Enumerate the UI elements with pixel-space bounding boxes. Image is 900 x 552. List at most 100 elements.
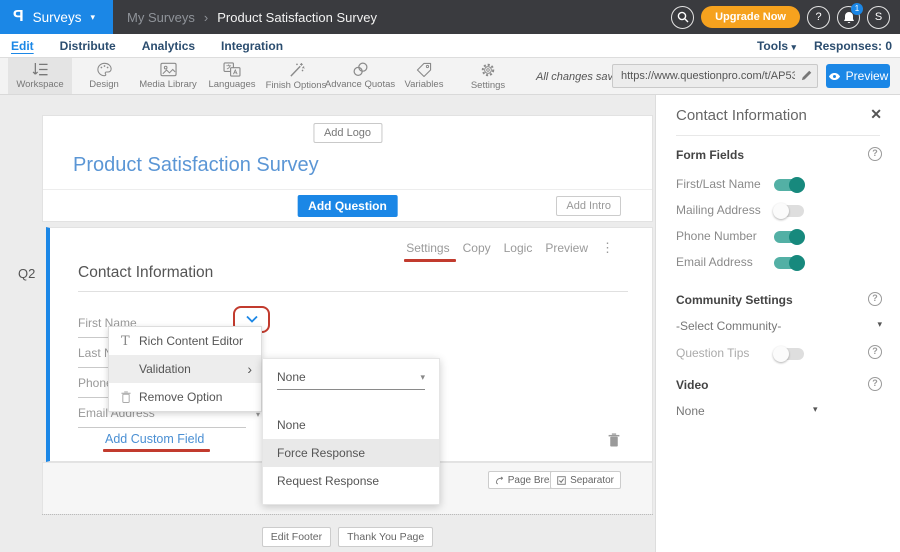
tab-analytics[interactable]: Analytics bbox=[142, 39, 195, 53]
validation-option-force-response[interactable]: Force Response bbox=[263, 439, 439, 467]
page-break-icon bbox=[495, 476, 504, 485]
video-dropdown[interactable]: None bbox=[676, 404, 705, 418]
toggle-knob bbox=[773, 203, 789, 219]
product-switcher[interactable]: P Surveys ▾ bbox=[0, 0, 113, 34]
tools-menu[interactable]: Tools ▾ bbox=[757, 39, 796, 53]
community-settings-help-icon[interactable]: ? bbox=[868, 292, 882, 306]
search-icon bbox=[677, 11, 689, 23]
toggle-mailing-address[interactable] bbox=[774, 205, 804, 217]
toolbar-advance-quotas[interactable]: Advance Quotas bbox=[328, 58, 392, 94]
toolbar-variables[interactable]: Variables bbox=[392, 58, 456, 94]
menu-item-rich-content-editor[interactable]: T Rich Content Editor bbox=[109, 327, 261, 355]
menu-item-remove-option[interactable]: Remove Option bbox=[109, 383, 261, 411]
video-help-icon[interactable]: ? bbox=[868, 377, 882, 391]
tab-edit[interactable]: Edit bbox=[11, 39, 34, 53]
video-heading: Video bbox=[676, 378, 708, 392]
footer-dotted-divider bbox=[42, 514, 653, 515]
question-divider bbox=[78, 291, 628, 292]
survey-nav-tabs: Edit Distribute Analytics Integration bbox=[0, 39, 283, 53]
add-custom-field-red-underline-annotation bbox=[103, 449, 210, 453]
menu-item-label: Validation bbox=[139, 362, 191, 376]
validation-options: None Force Response Request Response bbox=[263, 411, 439, 495]
breadcrumb: My Surveys › Product Satisfaction Survey bbox=[113, 10, 377, 25]
question-copy-link[interactable]: Copy bbox=[463, 241, 491, 255]
form-fields-heading: Form Fields bbox=[676, 148, 744, 162]
question-tips-help-icon[interactable]: ? bbox=[868, 345, 882, 359]
toggle-email-address[interactable] bbox=[774, 257, 804, 269]
validation-option-none[interactable]: None bbox=[263, 411, 439, 439]
delete-question-button[interactable] bbox=[608, 433, 620, 450]
checkbox-checked-icon bbox=[557, 476, 566, 485]
avatar[interactable]: S bbox=[867, 6, 890, 29]
add-logo-button[interactable]: Add Logo bbox=[313, 123, 382, 143]
survey-header-card: Add Logo Product Satisfaction Survey Add… bbox=[42, 115, 653, 222]
preview-button[interactable]: Preview bbox=[826, 64, 890, 88]
toggle-first-last-name[interactable] bbox=[774, 179, 804, 191]
community-settings-heading: Community Settings bbox=[676, 293, 793, 307]
survey-url-field bbox=[612, 64, 818, 88]
toggle-label-first-last-name: First/Last Name bbox=[676, 177, 761, 191]
search-button[interactable] bbox=[671, 6, 694, 29]
tab-distribute[interactable]: Distribute bbox=[60, 39, 116, 53]
palette-icon bbox=[96, 62, 113, 77]
edit-url-button[interactable] bbox=[801, 70, 812, 84]
top-bar: P Surveys ▾ My Surveys › Product Satisfa… bbox=[0, 0, 900, 34]
survey-url-input[interactable] bbox=[612, 64, 818, 88]
separator-button[interactable]: Separator bbox=[550, 471, 621, 489]
nav-right: Tools ▾ Responses: 0 bbox=[757, 39, 892, 53]
add-question-button[interactable]: Add Question bbox=[297, 195, 398, 217]
question-number: Q2 bbox=[18, 266, 35, 281]
menu-item-validation[interactable]: Validation › bbox=[109, 355, 261, 383]
form-fields-help-icon[interactable]: ? bbox=[868, 147, 882, 161]
toolbar-label: Languages bbox=[208, 79, 255, 90]
question-logic-link[interactable]: Logic bbox=[504, 241, 533, 255]
product-label: Surveys bbox=[33, 10, 82, 25]
settings-red-underline-annotation bbox=[404, 259, 455, 263]
toolbar-media-library[interactable]: Media Library bbox=[136, 58, 200, 94]
panel-title: Contact Information bbox=[676, 107, 807, 124]
rich-text-icon: T bbox=[121, 334, 139, 349]
upgrade-now-button[interactable]: Upgrade Now bbox=[701, 6, 800, 28]
workspace-icon bbox=[32, 62, 49, 77]
select-community-dropdown[interactable]: -Select Community- bbox=[676, 319, 781, 333]
add-custom-field-link[interactable]: Add Custom Field bbox=[105, 432, 204, 446]
toggle-phone-number[interactable] bbox=[774, 231, 804, 243]
close-icon[interactable]: ✕ bbox=[870, 106, 882, 123]
toggle-knob bbox=[789, 177, 805, 193]
thank-you-page-button[interactable]: Thank You Page bbox=[338, 527, 433, 547]
chevron-down-icon bbox=[245, 315, 259, 324]
tab-integration[interactable]: Integration bbox=[221, 39, 283, 53]
validation-select[interactable]: None ▾ bbox=[277, 370, 425, 390]
preview-label: Preview bbox=[846, 69, 889, 83]
toolbar-settings[interactable]: Settings bbox=[456, 58, 520, 94]
help-button[interactable]: ? bbox=[807, 6, 830, 29]
toolbar-label: Variables bbox=[405, 79, 444, 90]
toolbar-finish-options[interactable]: Finish Options bbox=[264, 58, 328, 94]
question-settings-link[interactable]: Settings bbox=[406, 241, 449, 255]
chevron-down-icon[interactable]: ▾ bbox=[813, 404, 818, 415]
question-preview-link[interactable]: Preview bbox=[545, 241, 588, 255]
notifications-button[interactable]: 1 bbox=[837, 6, 860, 29]
chain-links-icon bbox=[352, 62, 369, 77]
question-title[interactable]: Contact Information bbox=[78, 264, 213, 282]
toggle-label-mailing-address: Mailing Address bbox=[676, 203, 761, 217]
toolbar-design[interactable]: Design bbox=[72, 58, 136, 94]
edit-footer-button[interactable]: Edit Footer bbox=[262, 527, 331, 547]
toggle-question-tips[interactable] bbox=[774, 348, 804, 360]
chevron-down-icon: ▾ bbox=[791, 42, 796, 52]
chevron-down-icon[interactable]: ▾ bbox=[877, 319, 882, 330]
add-intro-button[interactable]: Add Intro bbox=[556, 196, 621, 216]
survey-title[interactable]: Product Satisfaction Survey bbox=[73, 154, 319, 177]
menu-item-label: Remove Option bbox=[139, 390, 222, 404]
toolbar-workspace[interactable]: Workspace bbox=[8, 58, 72, 94]
breadcrumb-survey-name: Product Satisfaction Survey bbox=[217, 10, 377, 25]
image-icon bbox=[160, 62, 177, 77]
toolbar-languages[interactable]: Languages bbox=[200, 58, 264, 94]
responses-count[interactable]: Responses: 0 bbox=[814, 39, 892, 53]
trash-icon bbox=[121, 391, 139, 403]
question-more-menu-icon[interactable]: ⋮ bbox=[601, 240, 614, 256]
toolbar-label: Finish Options bbox=[266, 80, 327, 91]
survey-header-actions: Add Question Add Intro bbox=[43, 190, 652, 221]
validation-option-request-response[interactable]: Request Response bbox=[263, 467, 439, 495]
breadcrumb-my-surveys[interactable]: My Surveys bbox=[127, 10, 195, 25]
